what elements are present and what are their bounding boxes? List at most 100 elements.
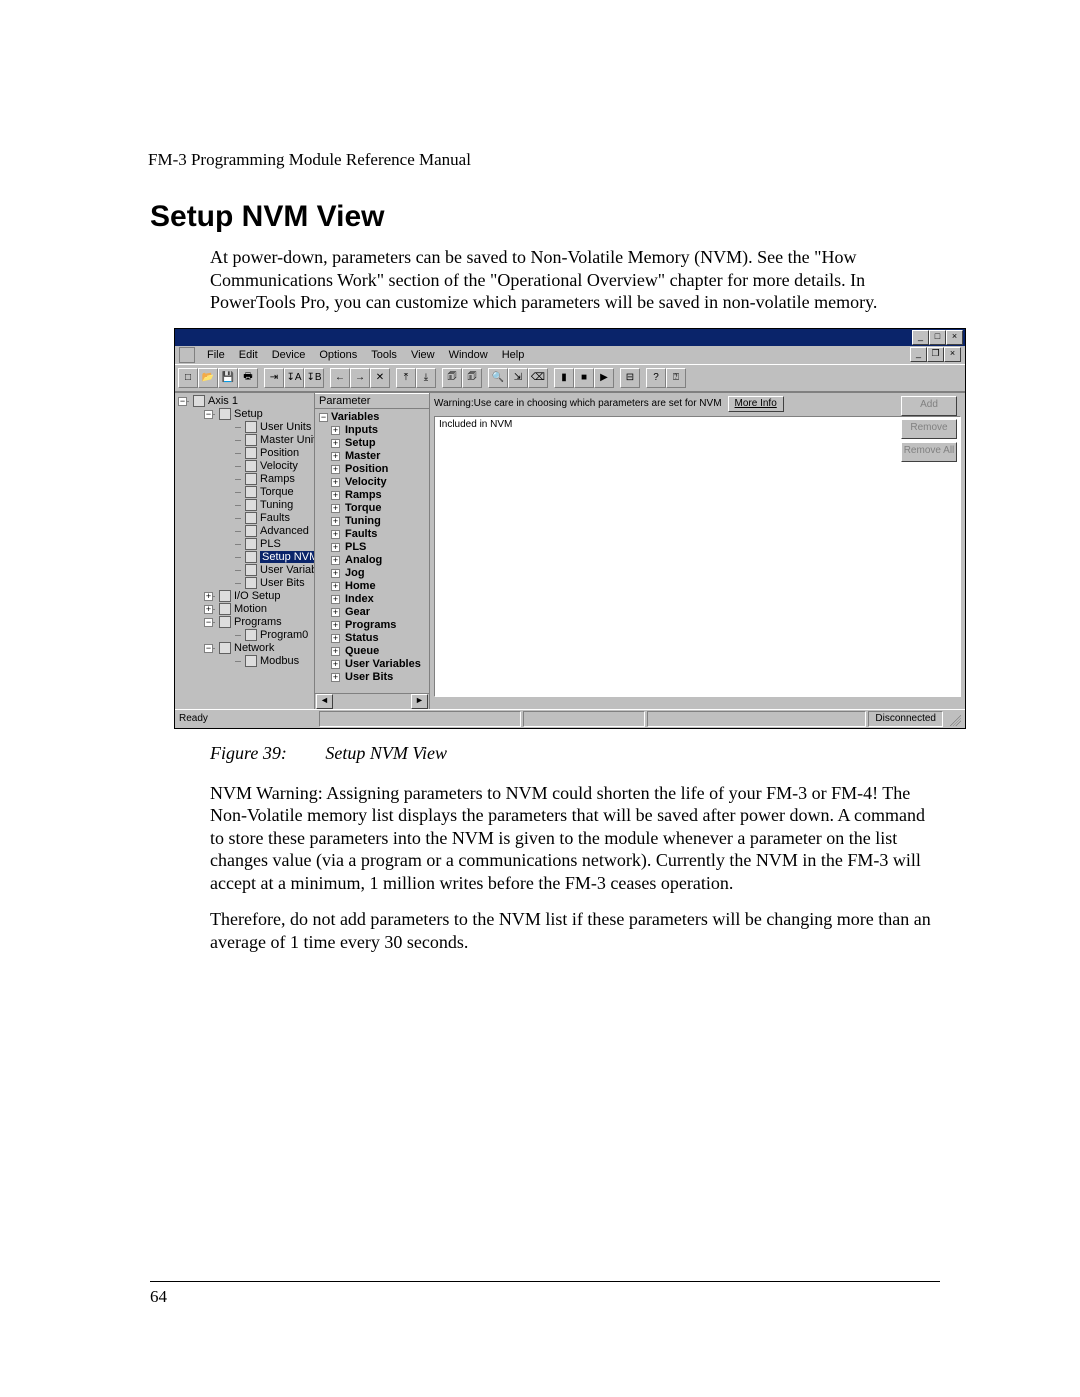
tree-item[interactable]: Tuning — [260, 499, 293, 511]
toolbar-button[interactable]: ⊟ — [620, 368, 640, 388]
param-node[interactable]: User Bits — [345, 671, 393, 683]
expand-icon[interactable]: + — [331, 556, 340, 565]
menu-tools[interactable]: Tools — [365, 349, 403, 361]
param-node[interactable]: Ramps — [345, 489, 382, 501]
param-node[interactable]: Jog — [345, 567, 365, 579]
more-info-button[interactable]: More Info — [728, 396, 784, 412]
tree-item[interactable]: Master Units — [260, 434, 315, 446]
toolbar-button[interactable]: 🗊 — [442, 368, 462, 388]
tree-item[interactable]: Advanced — [260, 525, 309, 537]
included-in-nvm-list[interactable]: Included in NVM — [434, 416, 961, 697]
tree-item[interactable]: Torque — [260, 486, 294, 498]
param-node[interactable]: Queue — [345, 645, 379, 657]
param-node[interactable]: User Variables — [345, 658, 421, 670]
tree-item[interactable]: User Units — [260, 421, 311, 433]
menu-file[interactable]: File — [201, 349, 231, 361]
toolbar-button[interactable]: ? — [646, 368, 666, 388]
expand-icon[interactable]: + — [331, 660, 340, 669]
window-maximize-button[interactable]: □ — [929, 330, 946, 345]
expand-icon[interactable]: + — [204, 605, 213, 614]
expand-icon[interactable]: + — [331, 465, 340, 474]
toolbar-button[interactable]: ⤒ — [396, 368, 416, 388]
toolbar-button[interactable]: 💾 — [218, 368, 238, 388]
expand-icon[interactable]: + — [331, 478, 340, 487]
tree-setup-nvm[interactable]: Setup NVM — [260, 551, 315, 563]
menu-view[interactable]: View — [405, 349, 441, 361]
param-node[interactable]: PLS — [345, 541, 366, 553]
parameter-tree[interactable]: −Variables +Inputs+Setup+Master+Position… — [315, 409, 429, 693]
expand-icon[interactable]: + — [331, 504, 340, 513]
expand-icon[interactable]: + — [331, 634, 340, 643]
expand-icon[interactable]: + — [331, 582, 340, 591]
toolbar-button[interactable]: ■ — [574, 368, 594, 388]
menu-edit[interactable]: Edit — [233, 349, 264, 361]
expand-icon[interactable]: + — [331, 673, 340, 682]
horizontal-scrollbar[interactable]: ◄ ► — [315, 693, 429, 709]
expand-icon[interactable]: + — [331, 543, 340, 552]
param-node[interactable]: Torque — [345, 502, 381, 514]
expand-icon[interactable]: + — [331, 608, 340, 617]
expand-icon[interactable]: + — [331, 517, 340, 526]
expand-icon[interactable]: + — [331, 621, 340, 630]
toolbar-button[interactable]: 🗊 — [462, 368, 482, 388]
toolbar-button[interactable]: ↧B — [304, 368, 324, 388]
window-close-button[interactable]: × — [946, 330, 963, 345]
param-node[interactable]: Index — [345, 593, 374, 605]
param-node[interactable]: Inputs — [345, 424, 378, 436]
collapse-icon[interactable]: − — [204, 644, 213, 653]
toolbar-button[interactable]: 📂 — [198, 368, 218, 388]
toolbar-button[interactable]: ⇥ — [264, 368, 284, 388]
remove-all-button[interactable]: Remove All — [901, 442, 957, 462]
nav-tree[interactable]: − Axis 1 − Setup User UnitsMaster UnitsPos… — [175, 393, 315, 709]
collapse-icon[interactable]: − — [178, 397, 187, 406]
tree-program0[interactable]: Program0 — [260, 629, 308, 641]
tree-item[interactable]: Position — [260, 447, 299, 459]
expand-icon[interactable]: + — [331, 569, 340, 578]
toolbar-button[interactable]: ← — [330, 368, 350, 388]
toolbar-button[interactable]: ✕ — [370, 368, 390, 388]
expand-icon[interactable]: + — [331, 647, 340, 656]
param-node[interactable]: Analog — [345, 554, 382, 566]
tree-item[interactable]: Ramps — [260, 473, 295, 485]
toolbar-button[interactable]: ⌫ — [528, 368, 548, 388]
toolbar-button[interactable]: ⤓ — [416, 368, 436, 388]
expand-icon[interactable]: + — [331, 426, 340, 435]
tree-item[interactable]: Velocity — [260, 460, 298, 472]
menu-options[interactable]: Options — [313, 349, 363, 361]
param-node[interactable]: Setup — [345, 437, 376, 449]
add-button[interactable]: Add — [901, 396, 957, 416]
toolbar-button[interactable]: ▶ — [594, 368, 614, 388]
tree-item[interactable]: User Bits — [260, 577, 305, 589]
tree-setup[interactable]: Setup — [234, 408, 263, 420]
toolbar-button[interactable]: 🖶 — [238, 368, 258, 388]
collapse-icon[interactable]: − — [204, 618, 213, 627]
param-node[interactable]: Faults — [345, 528, 377, 540]
tree-programs[interactable]: Programs — [234, 616, 282, 628]
toolbar-button[interactable]: 🔍 — [488, 368, 508, 388]
collapse-icon[interactable]: − — [319, 413, 328, 422]
menu-window[interactable]: Window — [443, 349, 494, 361]
param-node[interactable]: Velocity — [345, 476, 387, 488]
param-node[interactable]: Tuning — [345, 515, 381, 527]
tree-item[interactable]: Faults — [260, 512, 290, 524]
tree-io-setup[interactable]: I/O Setup — [234, 590, 280, 602]
window-minimize-button[interactable]: _ — [912, 330, 929, 345]
menu-help[interactable]: Help — [496, 349, 531, 361]
tree-axis[interactable]: Axis 1 — [208, 395, 238, 407]
toolbar-button[interactable]: ▮ — [554, 368, 574, 388]
expand-icon[interactable]: + — [331, 595, 340, 604]
mdi-restore-button[interactable]: ❐ — [927, 347, 944, 362]
toolbar-button[interactable]: ⇲ — [508, 368, 528, 388]
param-node[interactable]: Home — [345, 580, 376, 592]
expand-icon[interactable]: + — [331, 452, 340, 461]
scroll-right-button[interactable]: ► — [411, 694, 428, 709]
mdi-close-button[interactable]: × — [944, 347, 961, 362]
mdi-minimize-button[interactable]: _ — [910, 347, 927, 362]
toolbar-button[interactable]: ⍰ — [666, 368, 686, 388]
expand-icon[interactable]: + — [204, 592, 213, 601]
remove-button[interactable]: Remove — [901, 419, 957, 439]
toolbar-button[interactable]: → — [350, 368, 370, 388]
menu-device[interactable]: Device — [266, 349, 312, 361]
param-node[interactable]: Gear — [345, 606, 370, 618]
tree-item[interactable]: User Variables — [260, 564, 315, 576]
